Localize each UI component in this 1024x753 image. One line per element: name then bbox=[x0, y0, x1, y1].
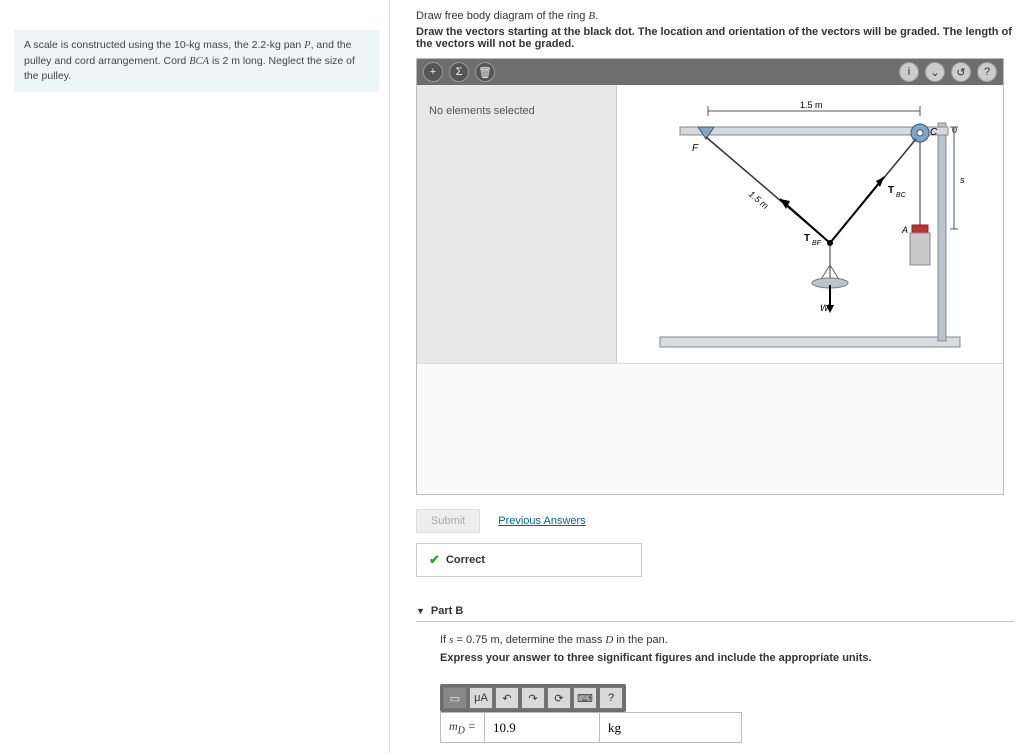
answer-unit-input[interactable] bbox=[600, 713, 706, 742]
svg-text:BF: BF bbox=[812, 240, 822, 247]
svg-text:T: T bbox=[804, 233, 810, 244]
text: Draw free body diagram of the ring bbox=[416, 10, 588, 22]
part-b-body: If s = 0.75 m, determine the mass D in t… bbox=[416, 634, 1014, 743]
keyboard-button[interactable]: ⌨ bbox=[573, 687, 597, 709]
template-button[interactable]: ▭ bbox=[443, 687, 467, 709]
main-column: Draw free body diagram of the ring B. Dr… bbox=[390, 0, 1024, 753]
submit-button[interactable]: Submit bbox=[416, 509, 480, 533]
correct-label: Correct bbox=[446, 554, 485, 566]
problem-setup-column: A scale is constructed using the 10-kg m… bbox=[0, 0, 390, 753]
problem-setup-box: A scale is constructed using the 10-kg m… bbox=[14, 30, 379, 92]
vector-canvas: + Σ 🗑 i ⌄ ↺ ? No elements selected bbox=[416, 58, 1004, 495]
sum-button[interactable]: Σ bbox=[449, 62, 469, 82]
svg-text:A: A bbox=[901, 225, 908, 235]
selection-panel: No elements selected bbox=[417, 85, 617, 363]
reset-answer-button[interactable]: ⟳ bbox=[547, 687, 571, 709]
add-vector-button[interactable]: + bbox=[423, 62, 443, 82]
text: in the pan. bbox=[613, 634, 667, 646]
svg-text:F: F bbox=[692, 143, 699, 154]
svg-text:BC: BC bbox=[896, 192, 907, 199]
caret-down-icon: ▼ bbox=[416, 606, 425, 616]
answer-row: mD = bbox=[440, 712, 742, 743]
svg-text:1.5 m: 1.5 m bbox=[747, 189, 771, 211]
text: . bbox=[595, 10, 598, 22]
svg-text:1.5 m: 1.5 m bbox=[800, 100, 823, 110]
help-button[interactable]: ? bbox=[977, 62, 997, 82]
canvas-area[interactable]: No elements selected bbox=[417, 85, 1003, 364]
info-button[interactable]: i bbox=[899, 62, 919, 82]
delete-button[interactable]: 🗑 bbox=[475, 62, 495, 82]
answer-value-input[interactable] bbox=[485, 713, 600, 742]
undo-button[interactable]: ↶ bbox=[495, 687, 519, 709]
feedback-correct: ✔ Correct bbox=[416, 543, 642, 577]
no-elements-label: No elements selected bbox=[429, 105, 535, 117]
svg-text:C: C bbox=[930, 127, 938, 138]
part-b-header[interactable]: ▼ Part B bbox=[416, 605, 1014, 622]
answer-help-button[interactable]: ? bbox=[599, 687, 623, 709]
svg-text:T: T bbox=[888, 185, 894, 196]
canvas-blank-area bbox=[417, 364, 1003, 494]
diagram-svg: 1.5 m TBC bbox=[617, 85, 1003, 363]
dropdown-button[interactable]: ⌄ bbox=[925, 62, 945, 82]
var-BCA: BCA bbox=[189, 56, 209, 67]
check-icon: ✔ bbox=[429, 552, 440, 568]
answer-variable-label: mD = bbox=[441, 713, 485, 742]
part-b-title: Part B bbox=[431, 605, 463, 617]
part-b-prompt: If s = 0.75 m, determine the mass D in t… bbox=[440, 634, 1014, 646]
answer-toolbar: ▭ μA ↶ ↷ ⟳ ⌨ ? bbox=[440, 684, 626, 712]
part-a-instruction-2: Draw the vectors starting at the black d… bbox=[416, 26, 1014, 50]
setup-text: A scale is constructed using the 10-kg m… bbox=[24, 39, 304, 51]
text: If bbox=[440, 634, 449, 646]
express-instruction: Express your answer to three significant… bbox=[440, 652, 1014, 664]
part-a-instruction-1: Draw free body diagram of the ring B. bbox=[416, 10, 1014, 22]
figure-pane: 1.5 m TBC bbox=[617, 85, 1003, 363]
submit-row: Submit Previous Answers bbox=[416, 509, 1014, 533]
redo-button[interactable]: ↷ bbox=[521, 687, 545, 709]
canvas-toolbar: + Σ 🗑 i ⌄ ↺ ? bbox=[417, 59, 1003, 85]
text: = 0.75 m, determine the mass bbox=[453, 634, 605, 646]
svg-text:s: s bbox=[960, 175, 965, 185]
previous-answers-link[interactable]: Previous Answers bbox=[498, 515, 585, 527]
units-button[interactable]: μA bbox=[469, 687, 493, 709]
reset-button[interactable]: ↺ bbox=[951, 62, 971, 82]
